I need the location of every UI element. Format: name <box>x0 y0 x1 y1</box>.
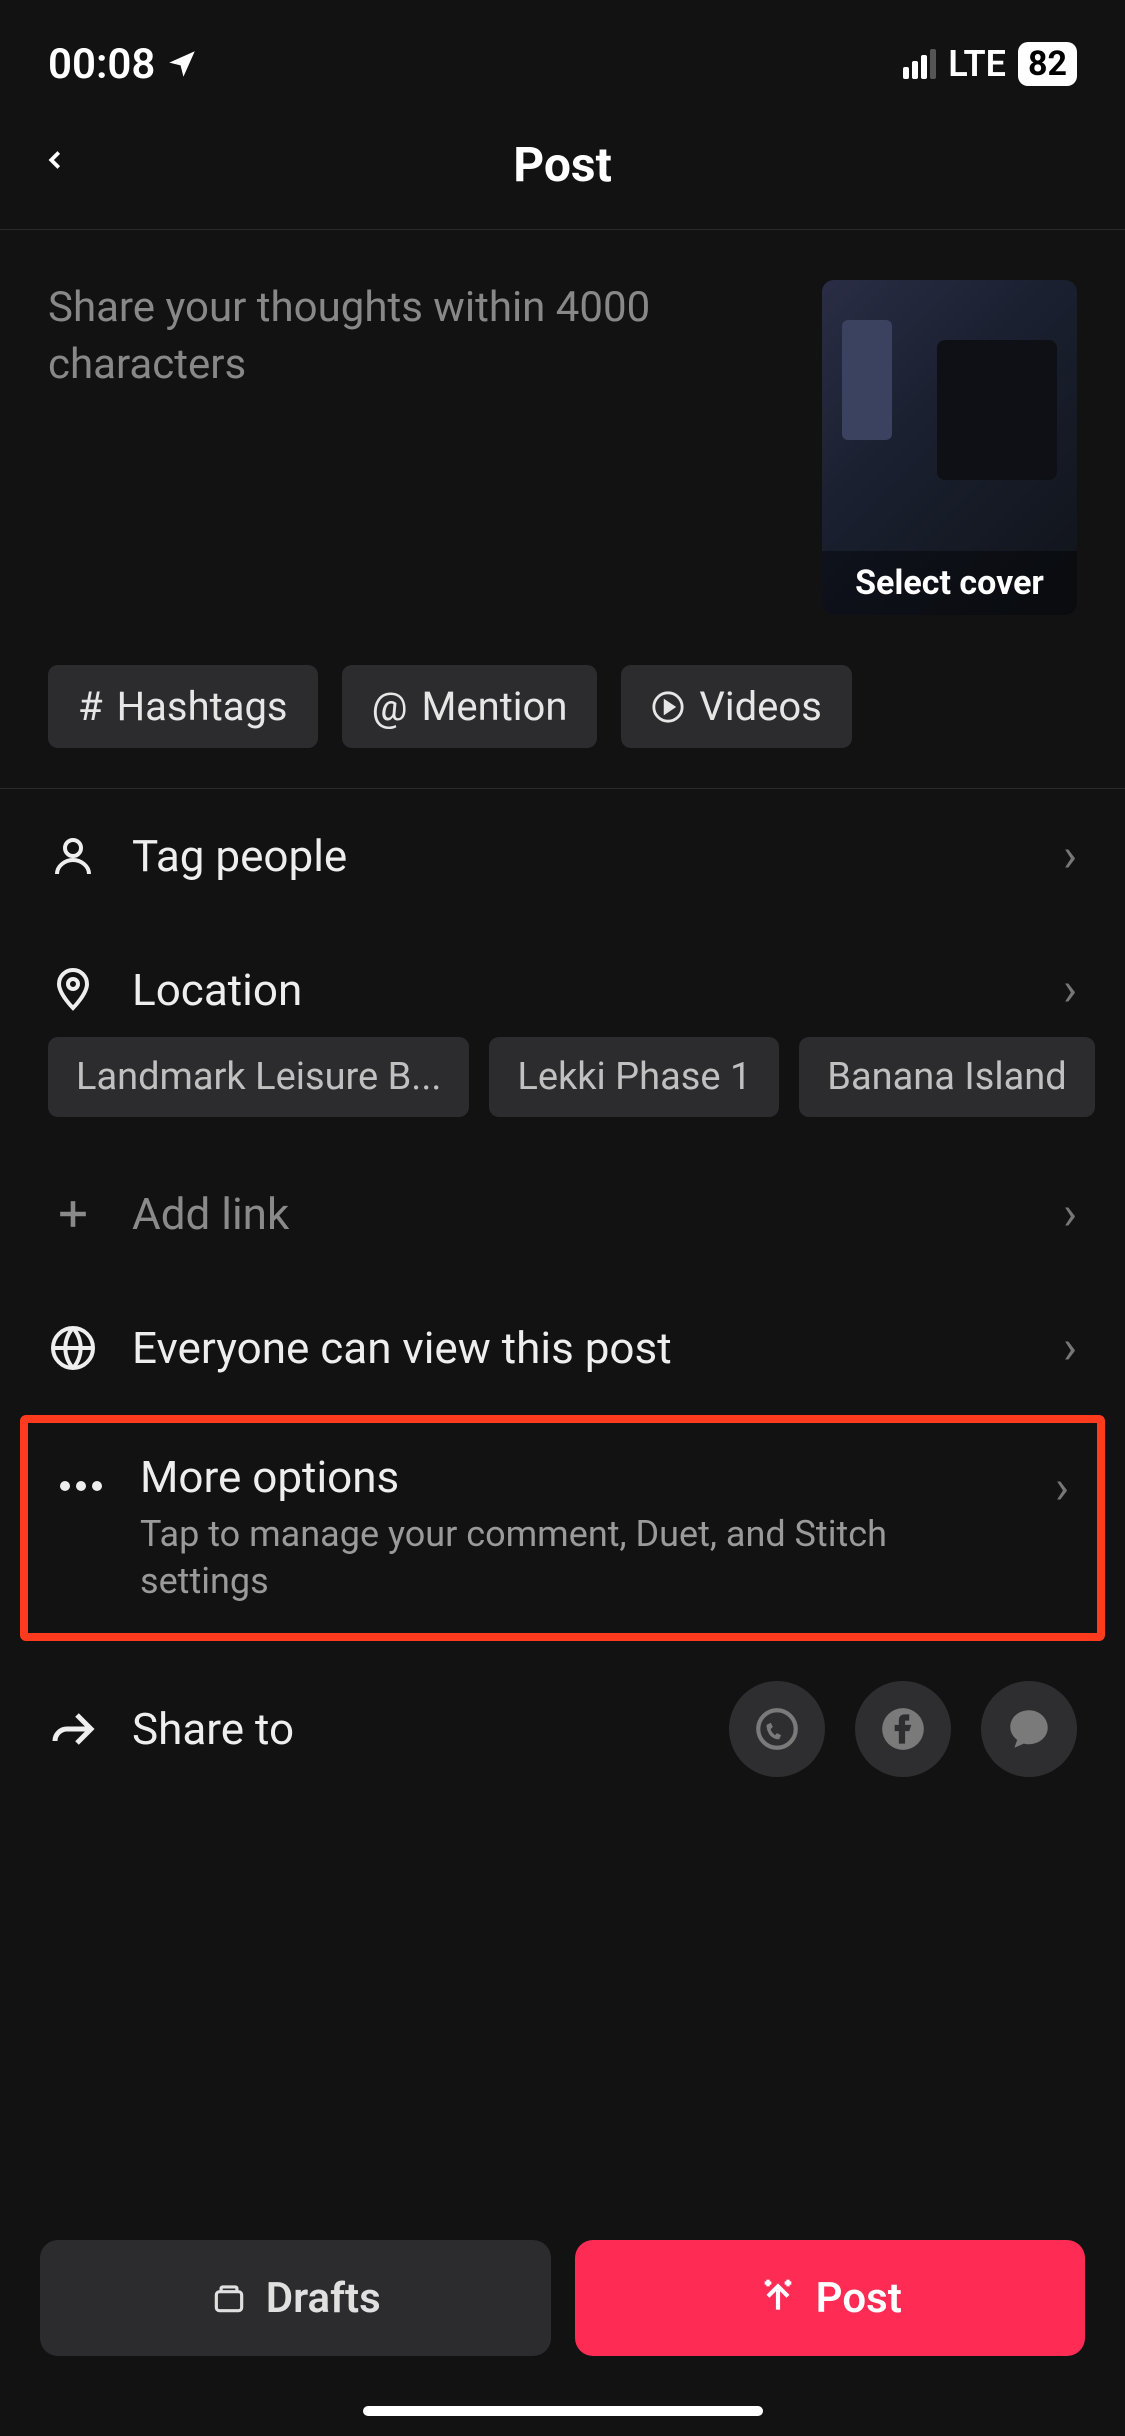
location-chip[interactable]: Banana Island <box>799 1037 1094 1117</box>
tag-people-row[interactable]: Tag people › <box>0 789 1125 923</box>
add-link-label: Add link <box>132 1188 1029 1240</box>
share-whatsapp[interactable] <box>729 1681 825 1777</box>
more-options-row[interactable]: More options Tap to manage your comment,… <box>28 1423 1097 1633</box>
location-services-icon <box>165 47 199 81</box>
location-row[interactable]: Location › <box>0 923 1125 1037</box>
add-link-row[interactable]: Add link › <box>0 1147 1125 1281</box>
person-icon <box>49 832 97 880</box>
chevron-right-icon: › <box>1063 963 1077 1017</box>
network-label: LTE <box>948 43 1006 85</box>
status-bar: 00:08 LTE 82 <box>0 0 1125 100</box>
chevron-right-icon: › <box>1063 1187 1077 1241</box>
hashtags-chip[interactable]: # Hashtags <box>48 665 318 748</box>
mention-chip[interactable]: @ Mention <box>342 665 598 748</box>
location-pin-icon <box>49 966 97 1014</box>
globe-icon <box>49 1324 97 1372</box>
more-options-title: More options <box>140 1451 1021 1503</box>
battery-indicator: 82 <box>1018 42 1077 86</box>
privacy-row[interactable]: Everyone can view this post › <box>0 1281 1125 1415</box>
share-chat[interactable] <box>981 1681 1077 1777</box>
compose-chips: # Hashtags @ Mention Videos <box>0 655 1125 789</box>
at-icon: @ <box>372 683 408 730</box>
home-indicator[interactable] <box>363 2406 763 2416</box>
drafts-icon <box>210 2279 248 2317</box>
share-to-row: Share to <box>0 1641 1125 1817</box>
select-cover-button[interactable]: Select cover <box>822 551 1077 615</box>
whatsapp-icon <box>752 1704 802 1754</box>
more-options-highlight: More options Tap to manage your comment,… <box>20 1415 1105 1641</box>
chevron-right-icon: › <box>1055 1461 1069 1515</box>
header: Post <box>0 100 1125 230</box>
tag-people-label: Tag people <box>132 830 1029 882</box>
plus-icon <box>51 1192 95 1236</box>
location-label: Location <box>132 964 1029 1016</box>
more-options-subtitle: Tap to manage your comment, Duet, and St… <box>140 1511 1021 1605</box>
status-time: 00:08 <box>48 40 155 89</box>
location-suggestions: Landmark Leisure B... Lekki Phase 1 Bana… <box>0 1037 1125 1147</box>
location-chip[interactable]: Landmark Leisure B... <box>48 1037 469 1117</box>
share-facebook[interactable] <box>855 1681 951 1777</box>
share-to-label: Share to <box>132 1703 695 1755</box>
page-title: Post <box>513 136 612 193</box>
chevron-right-icon: › <box>1063 829 1077 883</box>
compose-area: Share your thoughts within 4000 characte… <box>0 230 1125 655</box>
drafts-button[interactable]: Drafts <box>40 2240 551 2356</box>
ellipsis-icon <box>57 1476 105 1496</box>
caption-input[interactable]: Share your thoughts within 4000 characte… <box>48 280 792 615</box>
bottom-actions: Drafts Post <box>0 2240 1125 2356</box>
play-circle-icon <box>651 690 685 724</box>
video-thumbnail[interactable]: Select cover <box>822 280 1077 615</box>
facebook-icon <box>878 1704 928 1754</box>
videos-chip[interactable]: Videos <box>621 665 851 748</box>
chat-bubble-icon <box>1004 1704 1054 1754</box>
location-chip[interactable]: Lekki Phase 1 <box>489 1037 779 1117</box>
share-arrow-icon <box>49 1705 97 1753</box>
signal-icon <box>903 49 936 79</box>
post-button[interactable]: Post <box>575 2240 1086 2356</box>
chevron-left-icon <box>40 136 70 184</box>
post-icon <box>758 2278 798 2318</box>
back-button[interactable] <box>40 131 70 199</box>
hash-icon: # <box>78 683 103 730</box>
chevron-right-icon: › <box>1063 1321 1077 1375</box>
privacy-label: Everyone can view this post <box>132 1322 1029 1374</box>
